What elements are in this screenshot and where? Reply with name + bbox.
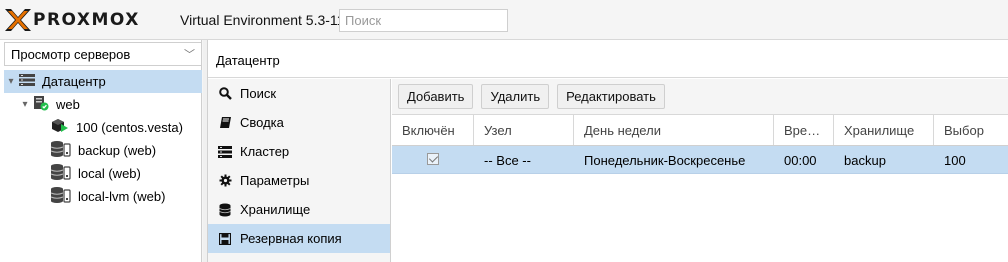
tree-item-node-web[interactable]: ▾ web: [4, 93, 202, 116]
tree-item-label: local-lvm (web): [78, 189, 166, 204]
column-header-time[interactable]: Время: [774, 115, 834, 145]
nav-item-label: Сводка: [240, 115, 284, 130]
storage-icon: [50, 140, 72, 161]
chevron-down-icon[interactable]: ﹀: [184, 46, 195, 62]
version-label: Virtual Environment 5.3-11: [180, 12, 345, 28]
column-header-day[interactable]: День недели: [574, 115, 774, 145]
collapse-caret-icon[interactable]: ▾: [18, 99, 32, 110]
nav-item-label: Резервная копия: [240, 231, 342, 246]
add-button[interactable]: Добавить: [398, 84, 474, 109]
nav-item-label: Параметры: [240, 173, 310, 188]
tree-item-storage-local[interactable]: local (web): [4, 162, 202, 185]
selection-cell: 100: [944, 153, 966, 168]
storage-icon: [50, 163, 72, 184]
nav-item-label: Хранилище: [240, 202, 311, 217]
page-title: Датацентр: [208, 40, 1008, 78]
datacenter-nav: Поиск Сводка Кластер Параметры Хранилище: [208, 79, 391, 262]
tree-item-datacenter[interactable]: ▾ Датацентр: [4, 70, 202, 93]
table-row[interactable]: -- Все -- Понедельник-Воскресенье 00:00 …: [392, 146, 1008, 174]
vm-running-icon: [50, 118, 70, 137]
top-bar: PROXMOX Virtual Environment 5.3-11: [0, 0, 1008, 40]
enabled-cell: [392, 146, 474, 173]
resource-tree: ▾ Датацентр ▾ web 100 (centos.vesta) bac…: [4, 70, 202, 208]
tree-item-vm-100[interactable]: 100 (centos.vesta): [4, 116, 202, 139]
tree-item-storage-backup[interactable]: backup (web): [4, 139, 202, 162]
resource-tree-panel: Просмотр серверов ﹀ ▾ Датацентр ▾ web 10…: [0, 40, 202, 262]
server-icon: [218, 145, 232, 159]
tree-item-label: Датацентр: [42, 74, 106, 89]
node-icon: [32, 95, 50, 114]
tree-item-label: 100 (centos.vesta): [76, 120, 183, 135]
node-cell: -- Все --: [484, 153, 531, 168]
content-panel: Датацентр Поиск Сводка Кластер Параметры: [207, 40, 1008, 262]
view-select-value: Просмотр серверов: [11, 47, 131, 62]
column-header-enabled[interactable]: Включён: [392, 115, 474, 145]
tree-item-label: local (web): [78, 166, 141, 181]
backup-panel: Добавить Удалить Редактировать Включён У…: [392, 79, 1008, 262]
floppy-icon: [218, 232, 232, 246]
book-icon: [218, 116, 232, 130]
nav-item-label: Кластер: [240, 144, 290, 159]
day-cell: Понедельник-Воскресенье: [584, 153, 746, 168]
nav-item-backup[interactable]: Резервная копия: [208, 224, 390, 253]
collapse-caret-icon[interactable]: ▾: [4, 76, 18, 87]
tree-item-storage-local-lvm[interactable]: local-lvm (web): [4, 185, 202, 208]
enabled-checkbox[interactable]: [427, 153, 439, 165]
tree-item-label: web: [56, 97, 80, 112]
datacenter-icon: [18, 73, 36, 90]
nav-item-summary[interactable]: Сводка: [208, 108, 390, 137]
logo-text: PROXMOX: [33, 10, 140, 30]
nav-item-cluster[interactable]: Кластер: [208, 137, 390, 166]
edit-button[interactable]: Редактировать: [557, 84, 665, 109]
search-icon: [218, 87, 232, 101]
proxmox-logo[interactable]: PROXMOX: [4, 8, 140, 32]
time-cell: 00:00: [784, 153, 817, 168]
tree-item-label: backup (web): [78, 143, 157, 158]
column-header-selection[interactable]: Выбор: [934, 115, 1008, 145]
search-input[interactable]: [339, 9, 508, 32]
column-header-node[interactable]: Узел: [474, 115, 574, 145]
storage-cell: backup: [844, 153, 886, 168]
database-icon: [218, 203, 232, 217]
nav-item-search[interactable]: Поиск: [208, 79, 390, 108]
storage-icon: [50, 186, 72, 207]
nav-item-options[interactable]: Параметры: [208, 166, 390, 195]
proxmox-x-icon: [5, 9, 31, 31]
column-header-storage[interactable]: Хранилище: [834, 115, 934, 145]
toolbar: Добавить Удалить Редактировать: [392, 79, 1008, 115]
view-select[interactable]: Просмотр серверов ﹀: [4, 42, 202, 66]
remove-button[interactable]: Удалить: [481, 84, 550, 109]
gear-icon: [218, 174, 232, 188]
nav-item-storage[interactable]: Хранилище: [208, 195, 390, 224]
grid-header: Включён Узел День недели Время Хранилище…: [392, 115, 1008, 146]
nav-item-label: Поиск: [240, 86, 277, 101]
